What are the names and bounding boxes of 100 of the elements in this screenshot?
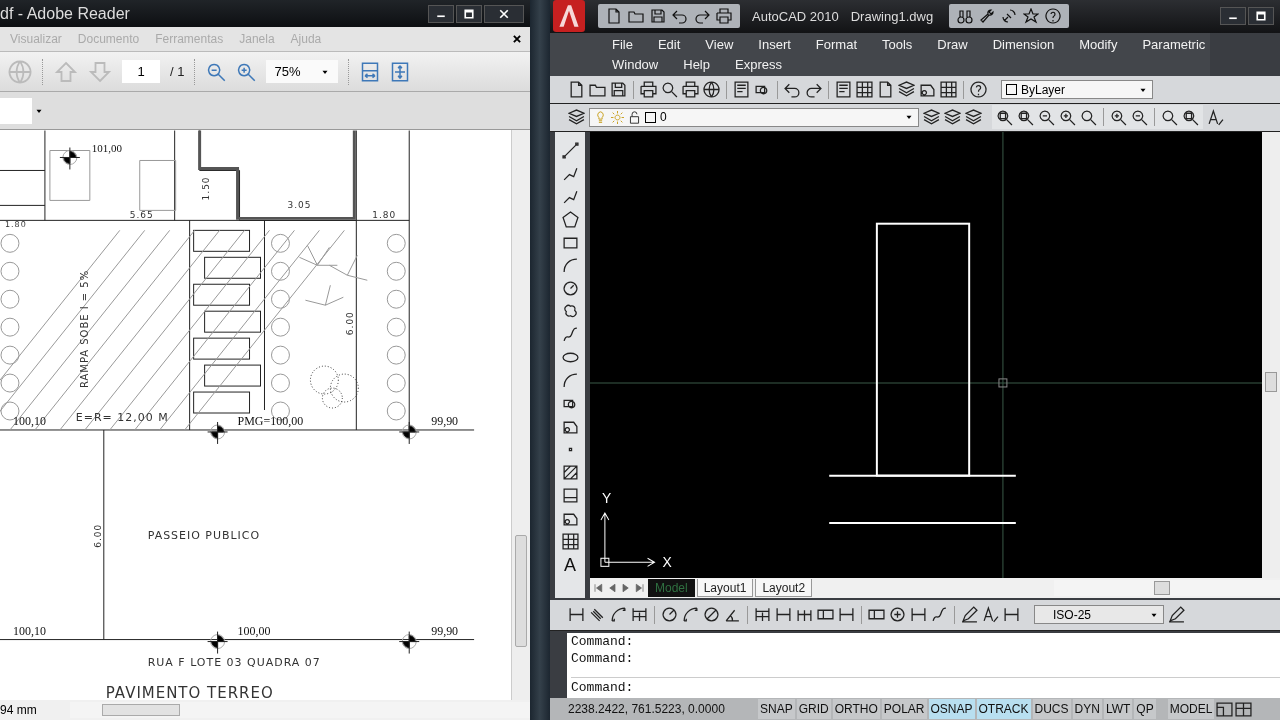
zoom-window-icon[interactable]: [1017, 108, 1034, 126]
status-toggle[interactable]: DYN: [1072, 699, 1102, 720]
spline-icon[interactable]: [561, 325, 579, 343]
previous-icon[interactable]: [606, 582, 618, 595]
minimize-button[interactable]: [1220, 7, 1246, 26]
status-toggle[interactable]: LWT: [1103, 699, 1133, 720]
pencil-icon[interactable]: [961, 606, 978, 624]
star-icon[interactable]: [1023, 8, 1040, 25]
printer-icon[interactable]: [640, 81, 657, 99]
page-number-field[interactable]: 1: [122, 60, 160, 84]
line-shape[interactable]: [828, 521, 1017, 524]
zoom-in-icon[interactable]: [1059, 108, 1076, 126]
printer-icon[interactable]: [716, 8, 732, 25]
dim-radius-icon[interactable]: [661, 606, 678, 624]
printer-icon[interactable]: [682, 81, 699, 99]
dim-baseline-icon[interactable]: [631, 606, 648, 624]
undo-icon[interactable]: [672, 8, 688, 25]
zoom-in-icon[interactable]: [1110, 108, 1127, 126]
app-logo-icon[interactable]: [552, 0, 586, 33]
fit-width-icon[interactable]: [360, 61, 381, 82]
grid-icon[interactable]: [940, 81, 957, 99]
text-tool[interactable]: A: [564, 555, 576, 574]
lock-icon[interactable]: [628, 110, 641, 124]
grid-icon[interactable]: [856, 81, 873, 99]
layers-icon[interactable]: [898, 81, 915, 99]
center-mark-icon[interactable]: [889, 606, 906, 624]
redo-icon[interactable]: [694, 8, 710, 25]
gradient-icon[interactable]: [561, 486, 579, 504]
maximize-button[interactable]: [1248, 7, 1274, 26]
first-icon[interactable]: [592, 582, 604, 595]
zoom-out-icon[interactable]: [1038, 108, 1055, 126]
status-toggle[interactable]: OTRACK: [976, 699, 1031, 720]
menu-item[interactable]: Modify: [1079, 36, 1118, 52]
menu-item[interactable]: Edit: [657, 36, 681, 52]
layers-icon[interactable]: [944, 108, 961, 126]
close-icon[interactable]: [512, 34, 522, 45]
color-dropdown[interactable]: ByLayer: [1001, 80, 1153, 100]
layers-icon[interactable]: [923, 108, 940, 126]
menu-item[interactable]: Parametric: [1142, 36, 1206, 52]
undo-icon[interactable]: [784, 81, 801, 99]
page-icon[interactable]: [606, 8, 622, 25]
dim-linear-icon[interactable]: [838, 606, 855, 624]
menu-item[interactable]: Format: [815, 36, 857, 52]
layers-icon[interactable]: [568, 108, 585, 126]
page-icon[interactable]: [877, 81, 894, 99]
status-toggle[interactable]: DUCS: [1032, 699, 1071, 720]
layout-icon[interactable]: [1235, 700, 1253, 718]
page-icon[interactable]: [568, 81, 585, 99]
viewport-icon[interactable]: [1216, 700, 1234, 718]
folder-icon[interactable]: [628, 8, 644, 25]
rectangle-shape[interactable]: [875, 222, 971, 477]
scrollbar[interactable]: [511, 130, 530, 701]
dim-linear-icon[interactable]: [775, 606, 792, 624]
hatch-icon[interactable]: [561, 463, 579, 481]
line-shape[interactable]: [828, 474, 1017, 477]
line-icon[interactable]: [561, 141, 579, 159]
status-toggle[interactable]: POLAR: [881, 699, 927, 720]
space-toggle[interactable]: MODEL: [1167, 699, 1215, 720]
status-toggle[interactable]: OSNAP: [928, 699, 975, 720]
menu-item[interactable]: Insert: [758, 36, 791, 52]
menu-item[interactable]: Dimension: [992, 36, 1055, 52]
dropdown-field[interactable]: [0, 97, 32, 124]
layer-dropdown[interactable]: 0: [589, 107, 919, 127]
cloud-icon[interactable]: [561, 302, 579, 320]
dimension-style-dropdown[interactable]: ISO-25: [1034, 605, 1164, 625]
zoom-window-icon[interactable]: [996, 108, 1013, 126]
scrollbar[interactable]: [1262, 131, 1280, 579]
close-button[interactable]: [484, 4, 524, 23]
dim-arc-icon[interactable]: [610, 606, 627, 624]
menu-item[interactable]: View: [705, 36, 734, 52]
dim-arc-icon[interactable]: [682, 606, 699, 624]
drawing-canvas[interactable]: Y X: [590, 131, 1262, 579]
magnifier-icon[interactable]: [1080, 108, 1097, 126]
wrench-icon[interactable]: [979, 8, 996, 25]
layout-tab[interactable]: Layout1: [696, 579, 754, 598]
binoculars-icon[interactable]: [957, 8, 974, 25]
menu-item[interactable]: Express: [735, 56, 782, 72]
help-icon[interactable]: [1045, 8, 1062, 25]
minimize-button[interactable]: [428, 4, 454, 23]
polygon-icon[interactable]: [561, 210, 579, 228]
dim-linear-icon[interactable]: [910, 606, 927, 624]
zoom-out-icon[interactable]: [1131, 108, 1148, 126]
next-icon[interactable]: [620, 582, 632, 595]
scrollbar[interactable]: [1054, 580, 1280, 597]
status-toggle[interactable]: GRID: [796, 699, 831, 720]
magnifier-icon[interactable]: [661, 81, 678, 99]
menu-item[interactable]: Tools: [882, 36, 913, 52]
spline-icon[interactable]: [931, 606, 948, 624]
layers-icon[interactable]: [965, 108, 982, 126]
menu-item[interactable]: Help: [683, 56, 710, 72]
scrollbar[interactable]: [70, 702, 530, 719]
dim-linear-icon[interactable]: [568, 606, 585, 624]
help-icon[interactable]: [970, 81, 987, 99]
menu-item[interactable]: File: [612, 36, 633, 52]
magnifier-icon[interactable]: [1161, 108, 1178, 126]
menu-item[interactable]: Draw: [937, 36, 968, 52]
properties-icon[interactable]: [733, 81, 750, 99]
dim-baseline-icon[interactable]: [754, 606, 771, 624]
pencil-icon[interactable]: [1168, 606, 1185, 624]
globe-icon[interactable]: [703, 81, 720, 99]
